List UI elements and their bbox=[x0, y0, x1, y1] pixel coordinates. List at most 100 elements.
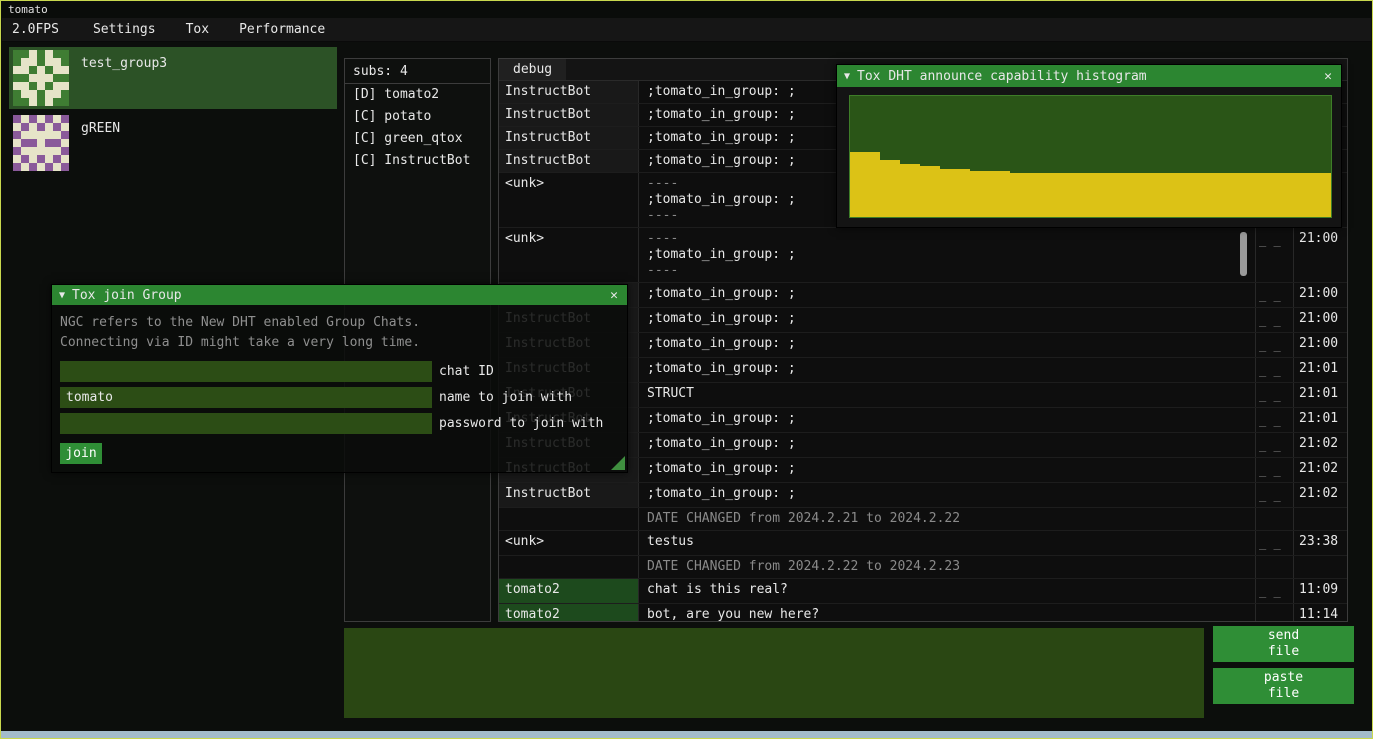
sender-name: InstructBot bbox=[499, 104, 639, 126]
histogram-bar bbox=[1321, 173, 1331, 217]
sender-name: <unk> bbox=[499, 228, 639, 282]
message-text: ;tomato_in_group: ; bbox=[639, 458, 1255, 482]
message-text: ;tomato_in_group: ; bbox=[639, 308, 1255, 332]
sender-name: tomato2 bbox=[499, 579, 639, 603]
histogram-bar bbox=[1221, 173, 1231, 217]
join-description-line2: Connecting via ID might take a very long… bbox=[60, 333, 619, 353]
join-input-chat-ID[interactable] bbox=[60, 361, 432, 382]
subs-list-item[interactable]: [D] tomato2 bbox=[345, 84, 490, 106]
collapse-arrow-icon[interactable]: ▼ bbox=[844, 71, 850, 82]
menu-item-performance[interactable]: Performance bbox=[227, 19, 337, 40]
contact-item-test_group3[interactable]: test_group3 bbox=[9, 47, 337, 109]
message-text: ;tomato_in_group: ; bbox=[639, 283, 1255, 307]
sender-name: tomato2 bbox=[499, 604, 639, 621]
join-button[interactable]: join bbox=[60, 443, 102, 464]
join-window-body: NGC refers to the New DHT enabled Group … bbox=[52, 305, 627, 472]
paste-file-button[interactable]: paste file bbox=[1213, 668, 1354, 704]
histogram-bar bbox=[910, 164, 920, 217]
close-icon[interactable]: ✕ bbox=[608, 288, 620, 303]
sender-name bbox=[499, 556, 639, 578]
histogram-bar bbox=[950, 169, 960, 217]
message-text: ;tomato_in_group: ; bbox=[639, 483, 1255, 507]
message-time bbox=[1293, 508, 1347, 530]
sender-name: <unk> bbox=[499, 173, 639, 227]
sender-name: InstructBot bbox=[499, 81, 639, 103]
message-status: _ _ bbox=[1255, 604, 1293, 621]
window-title: tomato bbox=[8, 3, 48, 16]
histogram-bar bbox=[1171, 173, 1181, 217]
collapse-arrow-icon[interactable]: ▼ bbox=[59, 290, 65, 301]
histogram-bar bbox=[1271, 173, 1281, 217]
histogram-bar bbox=[1150, 173, 1160, 217]
message-status: _ _ bbox=[1255, 308, 1293, 332]
subs-list-item[interactable]: [C] InstructBot bbox=[345, 150, 490, 172]
histogram-bar bbox=[880, 160, 890, 217]
histogram-bar bbox=[1080, 173, 1090, 217]
join-input-name-to-join-with[interactable] bbox=[60, 387, 432, 408]
histogram-bar bbox=[1100, 173, 1110, 217]
chat-message-row[interactable]: <unk>----;tomato_in_group: ;----_ _21:00 bbox=[499, 228, 1347, 283]
message-time bbox=[1293, 556, 1347, 578]
histogram-window-body bbox=[837, 87, 1341, 227]
message-status: _ _ bbox=[1255, 383, 1293, 407]
message-time: 21:01 bbox=[1293, 408, 1347, 432]
message-status: _ _ bbox=[1255, 358, 1293, 382]
histogram-plot bbox=[849, 95, 1332, 218]
join-field-label: password to join with bbox=[439, 413, 603, 434]
message-status: _ _ bbox=[1255, 283, 1293, 307]
menu-item-tox[interactable]: Tox bbox=[174, 19, 221, 40]
histogram-bar bbox=[1130, 173, 1140, 217]
chat-message-row[interactable]: tomato2chat is this real?_ _11:09 bbox=[499, 579, 1347, 604]
histogram-bar bbox=[1070, 173, 1080, 217]
app-window: tomato 2.0FPS Settings Tox Performance tes… bbox=[0, 0, 1373, 739]
close-icon[interactable]: ✕ bbox=[1322, 69, 1334, 84]
histogram-bar bbox=[1261, 173, 1271, 217]
subs-title: subs: 4 bbox=[345, 59, 490, 84]
message-time: 11:14 bbox=[1293, 604, 1347, 621]
message-text: ;tomato_in_group: ; bbox=[639, 433, 1255, 457]
sender-name: <unk> bbox=[499, 531, 639, 555]
send-file-button[interactable]: send file bbox=[1213, 626, 1354, 662]
window-titlebar[interactable]: tomato bbox=[2, 2, 1371, 18]
histogram-bar bbox=[1251, 173, 1261, 217]
histogram-bar bbox=[960, 169, 970, 217]
menu-item-settings[interactable]: Settings bbox=[81, 19, 168, 40]
subs-list-item[interactable]: [C] potato bbox=[345, 106, 490, 128]
subs-list-item[interactable]: [C] green_qtox bbox=[345, 128, 490, 150]
message-text: DATE CHANGED from 2024.2.22 to 2024.2.23 bbox=[639, 556, 1255, 578]
message-time: 21:01 bbox=[1293, 383, 1347, 407]
contact-item-gREEN[interactable]: gREEN bbox=[9, 112, 337, 174]
message-text: ;tomato_in_group: ; bbox=[639, 358, 1255, 382]
message-status: _ _ bbox=[1255, 408, 1293, 432]
bottom-resize-edge[interactable] bbox=[1, 731, 1372, 738]
chat-message-row[interactable]: tomato2bot, are you new here?_ _11:14 bbox=[499, 604, 1347, 621]
chat-scrollbar[interactable] bbox=[1240, 232, 1247, 276]
message-input[interactable] bbox=[344, 628, 1204, 718]
message-status: _ _ bbox=[1255, 483, 1293, 507]
histogram-bar bbox=[1060, 173, 1070, 217]
histogram-bar bbox=[930, 166, 940, 217]
histogram-bar bbox=[1231, 173, 1241, 217]
chat-message-row[interactable]: <unk>testus_ _23:38 bbox=[499, 531, 1347, 556]
histogram-window-titlebar[interactable]: ▼ Tox DHT announce capability histogram … bbox=[837, 65, 1341, 87]
join-field-label: chat ID bbox=[439, 361, 494, 382]
join-window-title: Tox join Group bbox=[72, 288, 601, 303]
histogram-bar bbox=[1020, 173, 1030, 217]
join-window-titlebar[interactable]: ▼ Tox join Group ✕ bbox=[52, 285, 627, 305]
histogram-bar bbox=[1311, 173, 1321, 217]
join-input-password-to-join-with[interactable] bbox=[60, 413, 432, 434]
histogram-window: ▼ Tox DHT announce capability histogram … bbox=[836, 64, 1342, 228]
message-text: ;tomato_in_group: ; bbox=[639, 408, 1255, 432]
tab-debug[interactable]: debug bbox=[499, 59, 566, 80]
join-field-row: name to join with bbox=[60, 387, 619, 408]
fps-indicator: 2.0FPS bbox=[2, 19, 69, 40]
histogram-bar bbox=[1291, 173, 1301, 217]
join-field-row: chat ID bbox=[60, 361, 619, 382]
message-time: 21:00 bbox=[1293, 333, 1347, 357]
message-text: chat is this real? bbox=[639, 579, 1255, 603]
subs-list: [D] tomato2[C] potato[C] green_qtox[C] I… bbox=[345, 84, 490, 172]
join-field-row: password to join with bbox=[60, 413, 619, 434]
resize-grip[interactable] bbox=[611, 456, 625, 470]
chat-message-row[interactable]: InstructBot;tomato_in_group: ;_ _21:02 bbox=[499, 483, 1347, 508]
histogram-bar bbox=[860, 152, 870, 217]
